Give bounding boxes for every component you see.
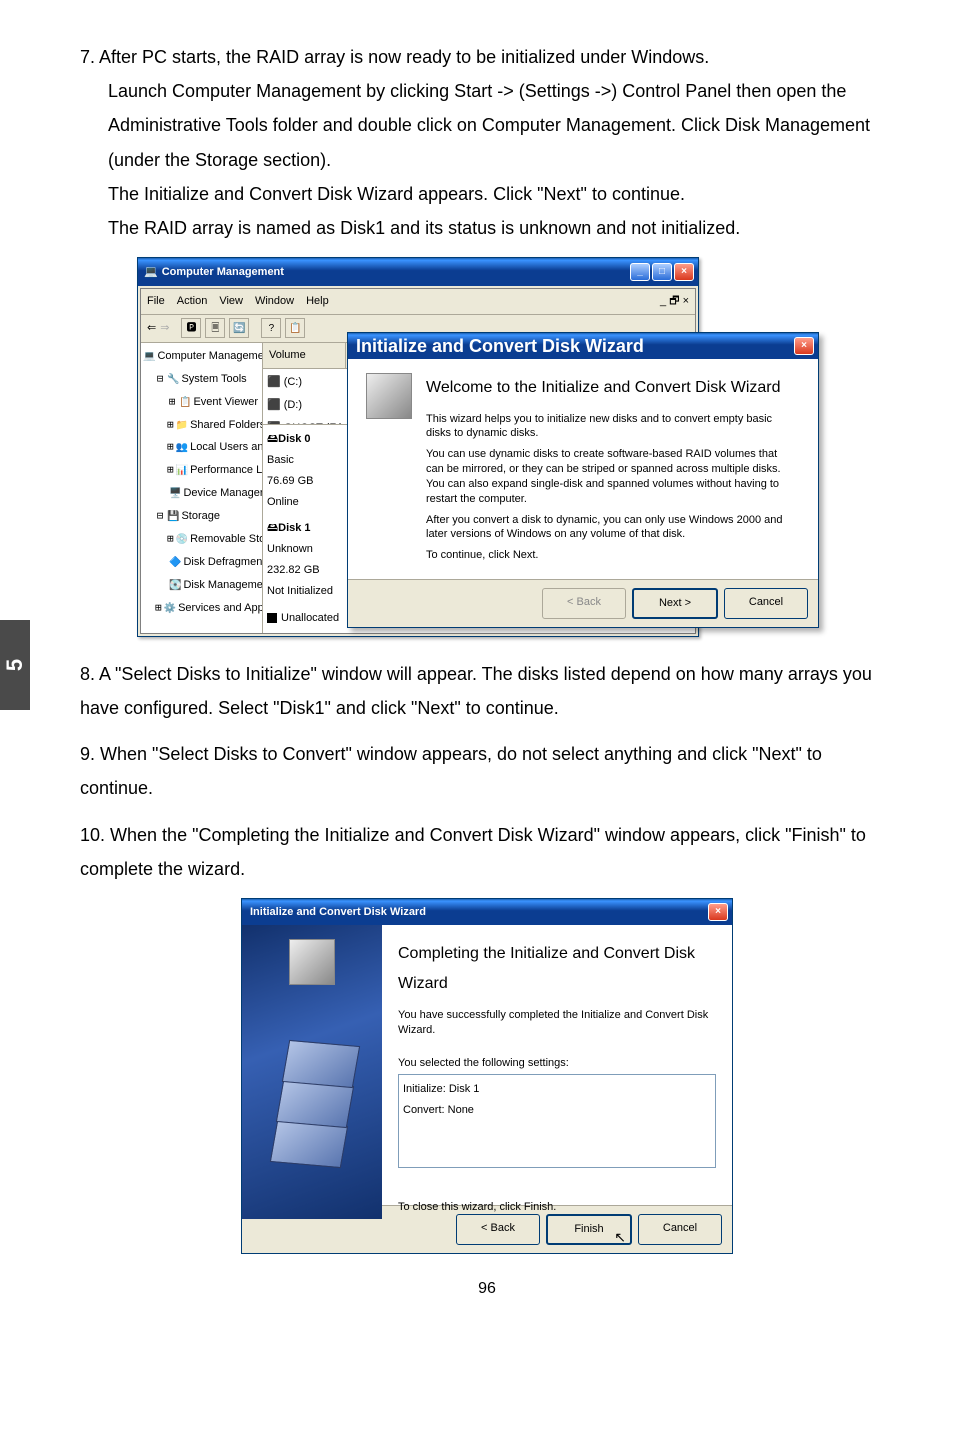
wizard-2-settings-convert: Convert: None xyxy=(403,1100,711,1121)
wizard-2-heading: Completing the Initialize and Convert Di… xyxy=(398,939,716,1000)
tree-performance[interactable]: Performance Logs and Alerts xyxy=(190,460,263,481)
screenshot-1: 💻 Computer Management _ □ × File Action … xyxy=(80,257,894,637)
wizard-2-window: Initialize and Convert Disk Wizard × Com… xyxy=(241,898,733,1254)
page-number: 96 xyxy=(80,1274,894,1304)
menu-file[interactable]: File xyxy=(147,291,165,312)
disk0-size: 76.69 GB xyxy=(267,471,345,492)
chapter-tab: 5 xyxy=(0,620,30,710)
step-9-number: 9. xyxy=(80,744,100,764)
minimize-button[interactable]: _ xyxy=(630,263,650,281)
col-volume[interactable]: Volume xyxy=(263,343,346,368)
step-10-number: 10. xyxy=(80,825,110,845)
wizard-2-titlebar: Initialize and Convert Disk Wizard × xyxy=(242,899,732,925)
step-8: 8. A "Select Disks to Initialize" window… xyxy=(80,657,894,725)
vol-c[interactable]: (C:) xyxy=(284,372,302,393)
wizard-1-next-button[interactable]: Next > xyxy=(632,588,718,619)
wizard-2-back-button[interactable]: < Back xyxy=(456,1214,540,1245)
list-button[interactable]: 📋 xyxy=(285,318,305,338)
wizard-2-settings-box: Initialize: Disk 1 Convert: None xyxy=(398,1074,716,1168)
wizard-1-title: Initialize and Convert Disk Wizard xyxy=(356,329,644,363)
mmc-tree[interactable]: 💻Computer Management (Local) ⊟🔧System To… xyxy=(141,343,263,633)
wizard-2-settings-init: Initialize: Disk 1 xyxy=(403,1079,711,1100)
refresh-button[interactable]: 🔄 xyxy=(229,318,249,338)
menu-help[interactable]: Help xyxy=(306,291,329,312)
step-10: 10. When the "Completing the Initialize … xyxy=(80,818,894,886)
screenshot-2: Initialize and Convert Disk Wizard × Com… xyxy=(80,898,894,1254)
vol-d[interactable]: (D:) xyxy=(284,395,302,416)
tree-defrag[interactable]: Disk Defragmenter xyxy=(183,552,263,573)
wizard-2-p3: To close this wizard, click Finish. xyxy=(398,1200,716,1215)
nav-back-icon[interactable]: ⇐ xyxy=(147,318,156,339)
cm-titlebar: 💻 Computer Management _ □ × xyxy=(138,258,698,286)
disk1-type: Unknown xyxy=(267,539,345,560)
cm-title: Computer Management xyxy=(162,262,284,283)
step-7-line-3: The Initialize and Convert Disk Wizard a… xyxy=(108,177,894,211)
page-content: 7. After PC starts, the RAID array is no… xyxy=(0,0,954,1324)
step-8-body: A "Select Disks to Initialize" window wi… xyxy=(80,664,872,718)
disk1-status: Not Initialized xyxy=(267,581,345,602)
wizard-1-p2: You can use dynamic disks to create soft… xyxy=(426,447,796,506)
disk0-type: Basic xyxy=(267,450,345,471)
props-button[interactable]: 🗏 xyxy=(205,318,225,338)
help-button[interactable]: ? xyxy=(261,318,281,338)
step-7: 7. After PC starts, the RAID array is no… xyxy=(80,40,894,245)
wizard-2-sidebar xyxy=(242,925,382,1219)
disk0-label: Disk 0 xyxy=(278,433,310,445)
tree-shared-folders[interactable]: Shared Folders xyxy=(190,415,263,436)
wizard-2-title: Initialize and Convert Disk Wizard xyxy=(250,902,426,923)
legend-unallocated: Unallocated xyxy=(281,608,339,629)
inner-window-controls: _ 🗗 × xyxy=(660,291,689,312)
step-7-number: 7. xyxy=(80,47,99,67)
wizard-1-close[interactable]: × xyxy=(794,337,814,355)
disk1-label: Disk 1 xyxy=(278,522,310,534)
cm-title-icon: 💻 xyxy=(144,262,158,283)
tree-services[interactable]: Services and Applications xyxy=(178,598,263,619)
step-7-line-2: Launch Computer Management by clicking S… xyxy=(108,74,894,177)
disk1-size: 232.82 GB xyxy=(267,560,345,581)
tree-disk-management[interactable]: Disk Management xyxy=(183,575,263,596)
nav-forward-icon[interactable]: ⇒ xyxy=(160,318,169,339)
step-10-body: When the "Completing the Initialize and … xyxy=(80,825,866,879)
step-8-number: 8. xyxy=(80,664,99,684)
wizard-2-close[interactable]: × xyxy=(708,903,728,921)
menu-action[interactable]: Action xyxy=(177,291,208,312)
mmc-menubar: File Action View Window Help _ 🗗 × xyxy=(141,289,695,315)
menu-window[interactable]: Window xyxy=(255,291,294,312)
tree-root[interactable]: Computer Management (Local) xyxy=(157,346,263,367)
wizard-1-titlebar: Initialize and Convert Disk Wizard × xyxy=(348,333,818,359)
wizard-1-cancel-button[interactable]: Cancel xyxy=(724,588,808,619)
step-7-line-1: After PC starts, the RAID array is now r… xyxy=(99,47,709,67)
wizard-1-window: Initialize and Convert Disk Wizard × Wel… xyxy=(347,332,819,628)
tree-removable-storage[interactable]: Removable Storage xyxy=(190,529,263,550)
wizard-1-icon xyxy=(366,373,412,419)
tree-event-viewer[interactable]: Event Viewer xyxy=(193,392,258,413)
up-button[interactable]: 🅿 xyxy=(181,318,201,338)
wizard-1-heading: Welcome to the Initialize and Convert Di… xyxy=(426,373,796,403)
menu-view[interactable]: View xyxy=(219,291,243,312)
wizard-2-p2: You selected the following settings: xyxy=(398,1056,716,1071)
cursor-icon: ↖ xyxy=(614,1224,626,1251)
wizard-2-p1: You have successfully completed the Init… xyxy=(398,1008,716,1038)
step-9-body: When "Select Disks to Convert" window ap… xyxy=(80,744,822,798)
maximize-button[interactable]: □ xyxy=(652,263,672,281)
wizard-1-p3: After you convert a disk to dynamic, you… xyxy=(426,513,796,543)
step-7-line-4: The RAID array is named as Disk1 and its… xyxy=(108,211,894,245)
wizard-1-p1: This wizard helps you to initialize new … xyxy=(426,412,796,442)
disk0-status: Online xyxy=(267,492,345,513)
tree-storage[interactable]: Storage xyxy=(181,506,220,527)
tree-local-users[interactable]: Local Users and Groups xyxy=(190,437,263,458)
tree-system-tools[interactable]: System Tools xyxy=(181,369,246,390)
wizard-1-p4: To continue, click Next. xyxy=(426,548,796,563)
wizard-2-finish-button[interactable]: Finish ↖ xyxy=(546,1214,632,1245)
step-9: 9. When "Select Disks to Convert" window… xyxy=(80,737,894,805)
close-button[interactable]: × xyxy=(674,263,694,281)
wizard-2-cancel-button[interactable]: Cancel xyxy=(638,1214,722,1245)
wizard-1-back-button: < Back xyxy=(542,588,626,619)
tree-device-manager[interactable]: Device Manager xyxy=(183,483,263,504)
